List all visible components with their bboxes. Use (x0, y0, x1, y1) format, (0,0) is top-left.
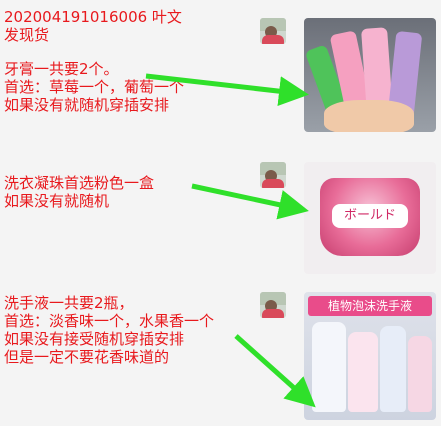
arrow-to-handsoap (234, 334, 316, 408)
arrow-to-detergent (191, 183, 309, 220)
annotation-arrows (145, 73, 316, 408)
arrow-to-toothpaste (145, 73, 309, 107)
